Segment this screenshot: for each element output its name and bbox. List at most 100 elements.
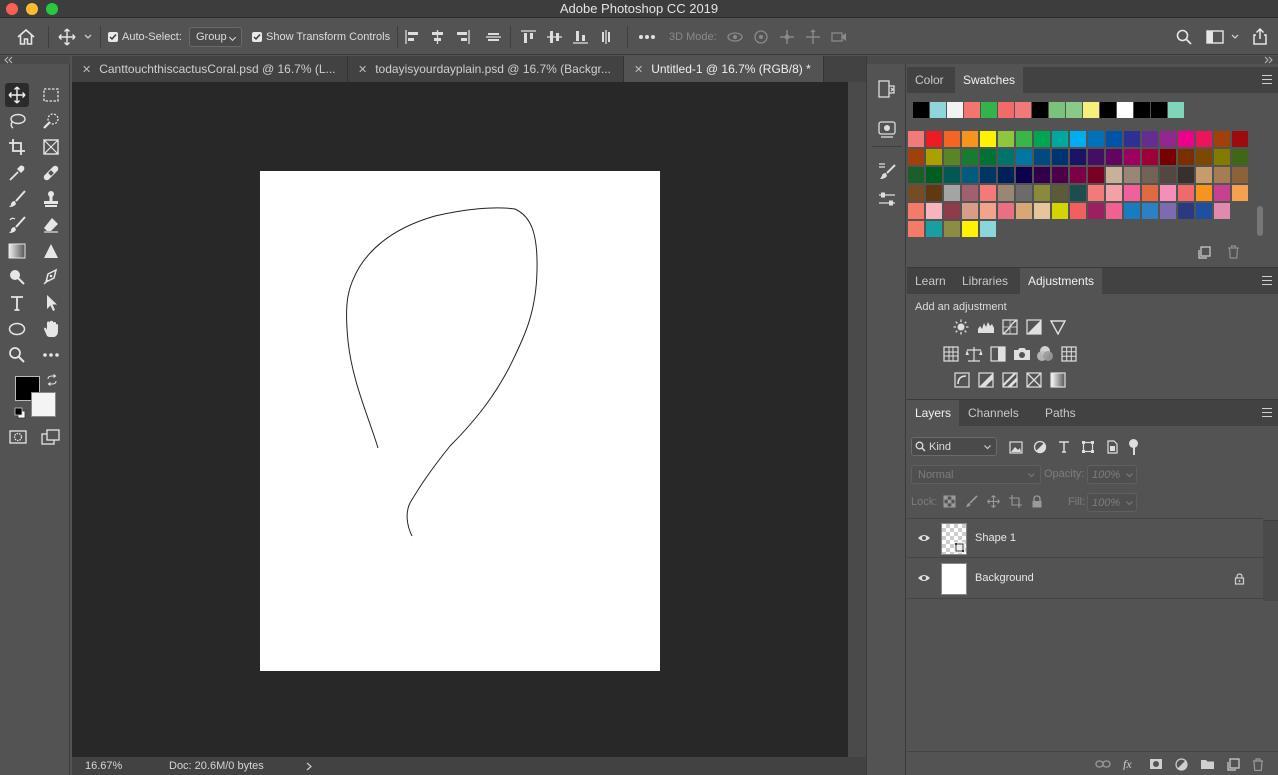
swatch[interactable] [1052,167,1068,183]
close-tab-icon[interactable]: ✕ [82,63,91,76]
swatch[interactable] [926,203,942,219]
swatch[interactable] [1052,131,1068,147]
swatch[interactable] [962,185,978,201]
adjustment-filter-icon[interactable] [1033,440,1047,454]
swatch[interactable] [1214,203,1230,219]
recent-swatch[interactable] [1083,102,1099,118]
color-balance-button[interactable] [965,345,983,363]
swatch[interactable] [1196,185,1212,201]
zoom-tool[interactable] [5,343,29,367]
search-button[interactable] [1176,18,1192,55]
properties-panel-button[interactable] [878,120,896,138]
swatch[interactable] [944,185,960,201]
default-colors-button[interactable] [14,407,26,419]
lock-all-icon[interactable] [1031,495,1043,508]
chevron-right-icon[interactable] [305,762,313,771]
recent-swatch[interactable] [947,102,963,118]
share-button[interactable] [1252,18,1268,55]
document-canvas[interactable] [260,171,660,671]
adjustment-settings-button[interactable] [878,190,896,208]
swatch[interactable] [926,221,942,237]
panel-menu-icon[interactable] [1262,75,1272,84]
swatch[interactable] [944,167,960,183]
new-swatch-button[interactable] [1198,245,1212,259]
swatch[interactable] [1196,203,1212,219]
align-right-icon[interactable] [454,29,471,45]
close-tab-icon[interactable]: ✕ [358,63,367,76]
blend-mode-dropdown[interactable]: Normal [911,465,1041,484]
swatch[interactable] [962,221,978,237]
background-color-swatch[interactable] [31,392,56,417]
lock-icon[interactable] [1234,573,1245,585]
swatch[interactable] [908,185,924,201]
swatch[interactable] [926,185,942,201]
swatch[interactable] [1052,203,1068,219]
lock-artboard-icon[interactable] [1009,495,1022,508]
swatch[interactable] [1232,185,1248,201]
marquee-tool[interactable] [39,83,63,107]
eye-icon[interactable] [917,573,931,583]
recent-swatch[interactable] [1151,102,1167,118]
photo-filter-button[interactable] [1013,345,1031,363]
swatch[interactable] [1232,131,1248,147]
lasso-tool[interactable] [5,109,29,133]
smart-object-filter-icon[interactable] [1105,440,1119,454]
layer-name[interactable]: Background [975,572,1034,584]
move-tool-preset[interactable] [58,18,93,55]
recent-swatch[interactable] [913,102,929,118]
swatch[interactable] [1124,185,1140,201]
gradient-tool[interactable] [5,239,29,263]
layer-row-shape-1[interactable]: Shape 1 [907,518,1263,558]
swatch[interactable] [944,149,960,165]
filter-toggle[interactable] [1129,439,1138,455]
swatch[interactable] [1106,203,1122,219]
brush-tool[interactable] [5,187,29,211]
recent-swatch[interactable] [1015,102,1031,118]
auto-select-checkbox[interactable]: Auto-Select: [108,18,182,55]
ellipse-tool[interactable] [5,317,29,341]
recent-swatch[interactable] [998,102,1014,118]
home-button[interactable] [16,18,36,55]
swatch[interactable] [1016,131,1032,147]
new-layer-icon[interactable] [1227,757,1240,771]
edit-toolbar-button[interactable] [39,343,63,367]
swatch[interactable] [1142,203,1158,219]
swatch[interactable] [1088,149,1104,165]
tab-swatches[interactable]: Swatches [955,67,1024,93]
history-panel-button[interactable] [878,80,896,98]
tab-today-plain[interactable]: ✕ todayisyourdayplain.psd @ 16.7% (Backg… [348,56,624,82]
dodge-tool[interactable] [5,265,29,289]
swatch[interactable] [1232,149,1248,165]
move-tool[interactable] [5,83,29,107]
swatch[interactable] [1124,149,1140,165]
add-mask-icon[interactable] [1149,758,1163,770]
swatch[interactable] [962,149,978,165]
posterize-button[interactable] [977,371,995,389]
swatch[interactable] [1034,185,1050,201]
3d-slide-icon[interactable] [804,29,822,45]
swatch[interactable] [1070,149,1086,165]
sharpen-tool[interactable] [39,239,63,263]
swatch[interactable] [1052,149,1068,165]
frame-tool[interactable] [39,135,63,159]
hand-tool[interactable] [39,317,63,341]
recent-swatch[interactable] [1049,102,1065,118]
recent-swatch[interactable] [964,102,980,118]
exposure-button[interactable] [1025,318,1043,336]
swatch[interactable] [1142,167,1158,183]
swatch[interactable] [998,149,1014,165]
distribute-icon[interactable] [485,29,502,45]
swatch[interactable] [1088,203,1104,219]
swatch[interactable] [1070,185,1086,201]
swatch[interactable] [1034,167,1050,183]
swatch[interactable] [1088,167,1104,183]
recent-swatch[interactable] [1032,102,1048,118]
swatch[interactable] [1034,131,1050,147]
type-filter-icon[interactable] [1057,440,1071,454]
auto-select-dropdown[interactable]: Group [189,26,242,47]
tab-channels[interactable]: Channels [960,400,1027,426]
brush-settings-button[interactable] [878,162,896,180]
folder-icon[interactable] [1200,758,1215,770]
swatch[interactable] [998,185,1014,201]
layer-name[interactable]: Shape 1 [975,532,1016,544]
